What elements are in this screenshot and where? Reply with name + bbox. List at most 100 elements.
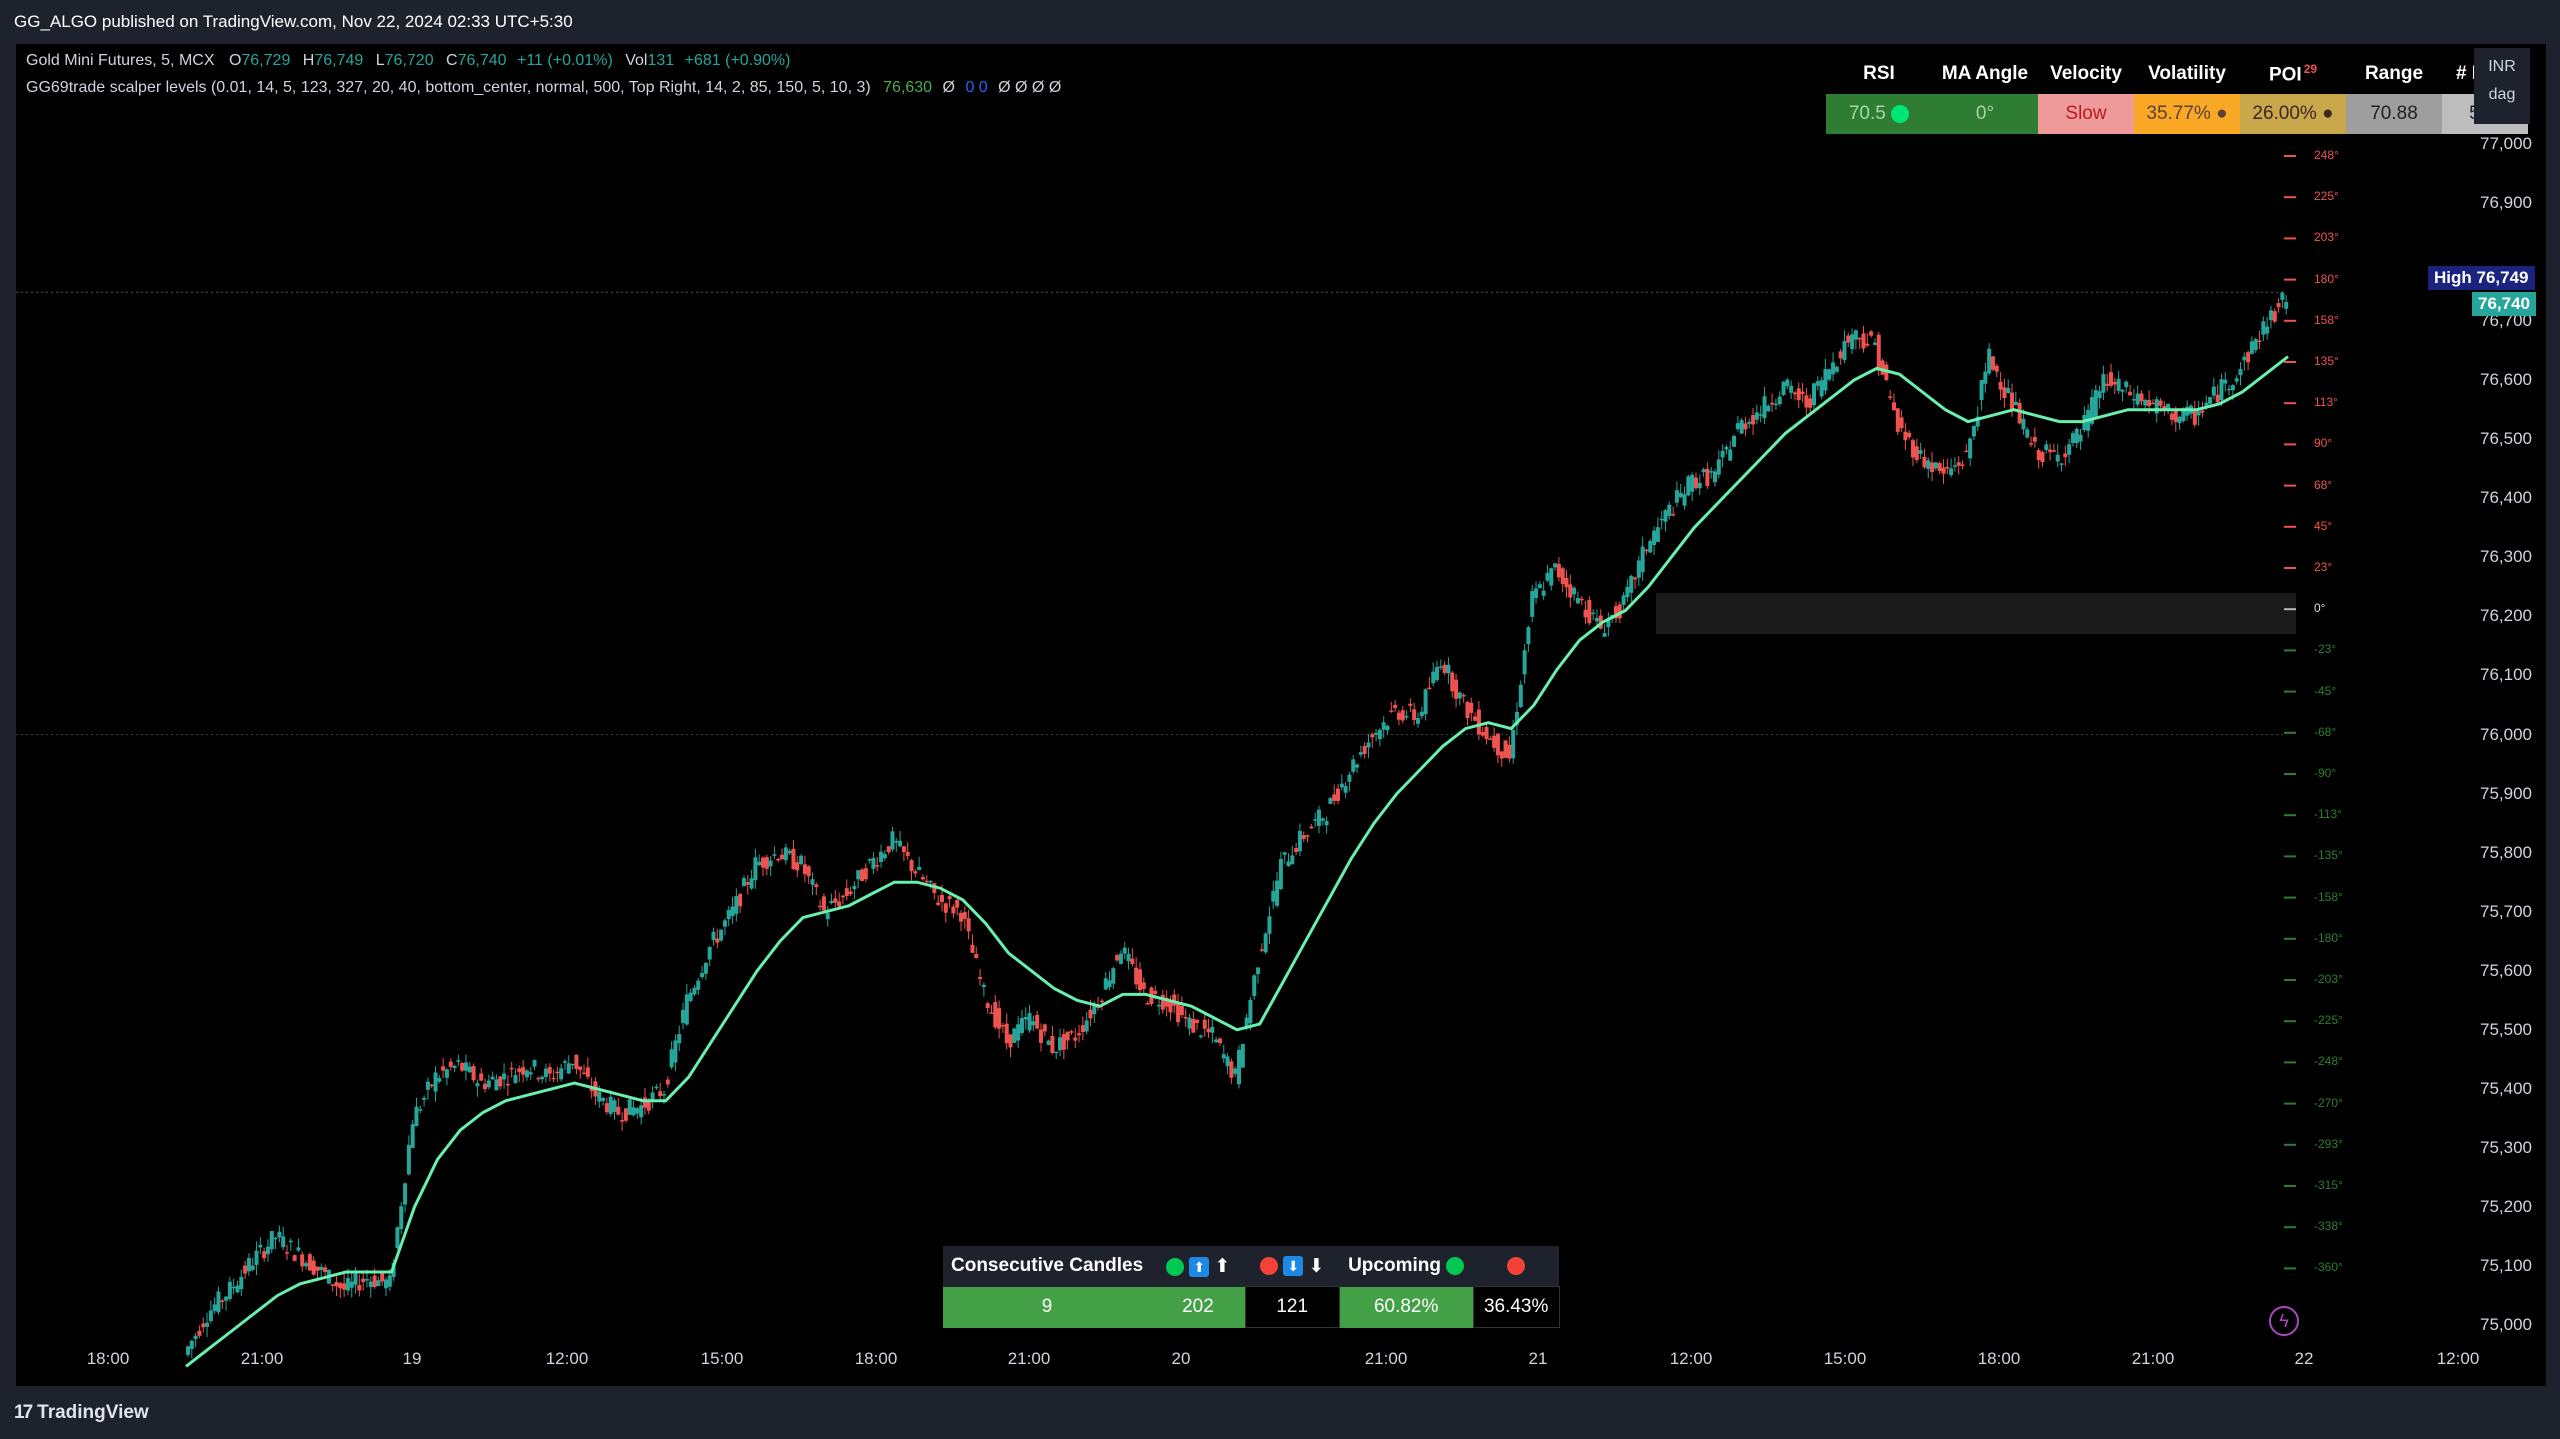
candle-body: [2215, 394, 2220, 403]
candle-body: [1869, 331, 1874, 336]
candle-body: [2173, 409, 2178, 422]
candle-body: [909, 860, 914, 872]
candle-body: [978, 977, 983, 980]
candle-body: [570, 1063, 575, 1066]
candle-body: [1427, 687, 1432, 690]
consecutive-value-row: 9 202 121 60.82% 36.43%: [943, 1286, 1560, 1328]
candle-body: [357, 1284, 362, 1291]
candle-body: [768, 860, 773, 867]
candle-body: [460, 1062, 465, 1071]
candle-body: [2097, 391, 2102, 398]
candle-body: [524, 1070, 529, 1078]
candle-body: [1701, 469, 1706, 472]
candle-body: [974, 953, 979, 958]
candle-body: [235, 1285, 240, 1293]
angle-axis-label: 180°: [2314, 271, 2339, 286]
candle-body: [540, 1076, 545, 1080]
symbol-legend: Gold Mini Futures, 5, MCX O76,729 H76,74…: [26, 52, 790, 70]
angle-axis-label: 45°: [2314, 518, 2333, 533]
candle-body: [1895, 408, 1900, 432]
candle-body: [738, 893, 743, 907]
candle-body: [1366, 742, 1371, 748]
stats-header-ma: MA Angle: [1941, 63, 2029, 84]
candle-body: [608, 1096, 613, 1114]
lightning-icon[interactable]: ϟ: [2269, 1306, 2299, 1336]
candle-body: [814, 884, 819, 888]
candle-body: [959, 912, 964, 922]
candle-body: [1202, 1019, 1207, 1029]
candle-body: [673, 1040, 678, 1063]
candle-body: [1861, 333, 1866, 349]
candle-body: [783, 847, 788, 861]
candle-body: [1301, 835, 1306, 839]
candle-body: [1823, 368, 1828, 391]
footer-bar: 17 TradingView: [0, 1388, 2560, 1439]
candle-body: [1088, 1009, 1093, 1019]
candle-body: [1876, 334, 1881, 369]
time-axis-label: 19: [402, 1349, 422, 1368]
candle-body: [258, 1244, 263, 1248]
candle-body: [547, 1067, 552, 1074]
candle-body: [1282, 852, 1287, 855]
candle-body: [1652, 530, 1657, 545]
candle-body: [681, 1009, 686, 1023]
stats-poi-cell: 26.00% ●: [2240, 94, 2346, 134]
candle-body: [444, 1069, 449, 1078]
candle-body: [867, 859, 872, 861]
candle-body: [1480, 732, 1485, 736]
candle-body: [2219, 379, 2224, 401]
stats-rsi-cell: 70.5: [1826, 94, 1932, 134]
candle-body: [2147, 399, 2152, 407]
candle-body: [1747, 421, 1752, 424]
candle-body: [1625, 586, 1630, 598]
up-count: 202: [1151, 1286, 1246, 1328]
candle-body: [1343, 786, 1348, 793]
stats-header-poi: POI: [2268, 64, 2302, 86]
candle-body: [642, 1097, 647, 1108]
candle-body: [1404, 716, 1409, 718]
chart-area[interactable]: Gold Mini Futures, 5, MCX O76,729 H76,74…: [16, 44, 2546, 1386]
candle-body: [951, 906, 956, 914]
candle-body: [1587, 599, 1592, 624]
candle-body: [753, 857, 758, 881]
tradingview-logo[interactable]: 17 TradingView: [14, 1402, 149, 1424]
candle-body: [1880, 360, 1885, 375]
candle-body: [818, 905, 823, 908]
candle-body: [1579, 598, 1584, 601]
candle-body: [2131, 399, 2136, 401]
candle-body: [2135, 393, 2140, 405]
price-chart[interactable]: [16, 44, 2546, 1386]
candle-body: [1290, 855, 1295, 865]
candle-body: [1526, 627, 1531, 645]
candle-body: [1084, 1020, 1089, 1032]
candle-body: [224, 1296, 229, 1301]
candle-body: [2276, 303, 2281, 308]
vol-change: +681 (+0.90%): [684, 52, 791, 69]
candle-body: [1922, 456, 1927, 468]
angle-axis-label: 203°: [2314, 230, 2339, 245]
volatility-emoji-icon: ●: [2216, 103, 2228, 124]
candle-body: [1804, 395, 1809, 408]
candle-body: [1537, 584, 1542, 589]
candle-body: [871, 858, 876, 869]
candle-body: [795, 862, 800, 871]
candle-body: [1945, 466, 1950, 469]
candle-body: [886, 846, 891, 853]
candle-body: [1393, 704, 1398, 708]
candle-body: [1891, 402, 1896, 411]
candle-body: [418, 1109, 423, 1111]
candle-body: [574, 1054, 579, 1069]
currency-box[interactable]: INR dag: [2474, 48, 2530, 124]
candle-body: [1674, 490, 1679, 503]
candle-body: [2093, 390, 2098, 417]
candle-body: [1998, 381, 2003, 390]
candle-body: [364, 1279, 369, 1281]
vol-label: Vol: [625, 52, 648, 69]
stats-value-row: 70.5 0° Slow 35.77% ● 26.00% ● 70.88 500: [1826, 94, 2528, 134]
candle-body: [654, 1086, 659, 1089]
candle-body: [920, 877, 925, 880]
candle-body: [406, 1144, 411, 1175]
candle-body: [1739, 420, 1744, 434]
candle-body: [1960, 464, 1965, 467]
candle-body: [1256, 967, 1261, 975]
